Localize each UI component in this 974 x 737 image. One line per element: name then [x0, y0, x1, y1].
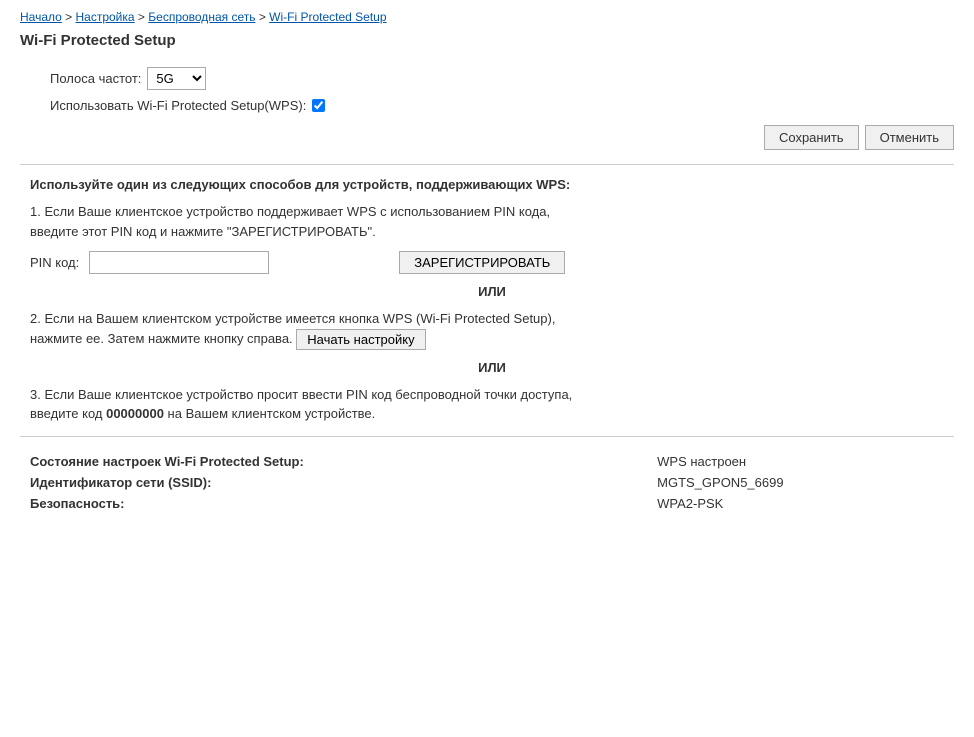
- or-divider-2: ИЛИ: [30, 360, 954, 375]
- breadcrumb-wps[interactable]: Wi-Fi Protected Setup: [269, 10, 386, 24]
- wps-checkbox-row: Использовать Wi-Fi Protected Setup(WPS):: [50, 98, 954, 113]
- status-ssid-label: Идентификатор сети (SSID):: [30, 472, 657, 493]
- wps-enable-label: Использовать Wi-Fi Protected Setup(WPS):: [50, 98, 306, 113]
- status-security-value: WPA2-PSK: [657, 493, 954, 514]
- wps-step1-text: 1. Если Ваше клиентское устройство подде…: [30, 204, 550, 239]
- status-wps-value: WPS настроен: [657, 451, 954, 472]
- status-table: Состояние настроек Wi-Fi Protected Setup…: [30, 451, 954, 514]
- wps-section: Используйте один из следующих способов д…: [30, 177, 954, 424]
- register-button[interactable]: ЗАРЕГИСТРИРОВАТЬ: [399, 251, 565, 274]
- band-label: Полоса частот:: [50, 71, 141, 86]
- breadcrumb-home[interactable]: Начало: [20, 10, 62, 24]
- save-button[interactable]: Сохранить: [764, 125, 859, 150]
- status-row-wps: Состояние настроек Wi-Fi Protected Setup…: [30, 451, 954, 472]
- divider-2: [20, 436, 954, 437]
- wps-checkbox[interactable]: [312, 99, 325, 112]
- pin-row: PIN код: ЗАРЕГИСТРИРОВАТЬ: [30, 251, 954, 274]
- status-ssid-value: MGTS_GPON5_6699: [657, 472, 954, 493]
- band-row: Полоса частот: 2.4G 5G: [50, 67, 954, 90]
- breadcrumb-wireless[interactable]: Беспроводная сеть: [148, 10, 255, 24]
- band-select[interactable]: 2.4G 5G: [147, 67, 206, 90]
- divider-1: [20, 164, 954, 165]
- status-row-security: Безопасность: WPA2-PSK: [30, 493, 954, 514]
- status-section: Состояние настроек Wi-Fi Protected Setup…: [30, 451, 954, 514]
- wps-step2: 2. Если на Вашем клиентском устройстве и…: [30, 309, 954, 350]
- form-section: Полоса частот: 2.4G 5G Использовать Wi-F…: [50, 67, 954, 150]
- wps-step3: 3. Если Ваше клиентское устройство проси…: [30, 385, 954, 424]
- cancel-button[interactable]: Отменить: [865, 125, 954, 150]
- breadcrumb-settings[interactable]: Настройка: [76, 10, 135, 24]
- or-divider-1: ИЛИ: [30, 284, 954, 299]
- wps-step3-text-after: на Вашем клиентском устройстве.: [164, 406, 375, 421]
- pin-label: PIN код:: [30, 255, 79, 270]
- wps-step3-code: 00000000: [106, 406, 164, 421]
- pin-input[interactable]: [89, 251, 269, 274]
- status-row-ssid: Идентификатор сети (SSID): MGTS_GPON5_66…: [30, 472, 954, 493]
- wps-header: Используйте один из следующих способов д…: [30, 177, 954, 192]
- start-setup-button[interactable]: Начать настройку: [296, 329, 425, 350]
- buttons-row: Сохранить Отменить: [50, 125, 954, 150]
- breadcrumb: Начало > Настройка > Беспроводная сеть >…: [20, 10, 954, 24]
- wps-step1: 1. Если Ваше клиентское устройство подде…: [30, 202, 954, 241]
- wps-step2-text: 2. Если на Вашем клиентском устройстве и…: [30, 311, 555, 346]
- status-security-label: Безопасность:: [30, 493, 657, 514]
- page-title: Wi-Fi Protected Setup: [20, 32, 954, 49]
- status-wps-label: Состояние настроек Wi-Fi Protected Setup…: [30, 451, 657, 472]
